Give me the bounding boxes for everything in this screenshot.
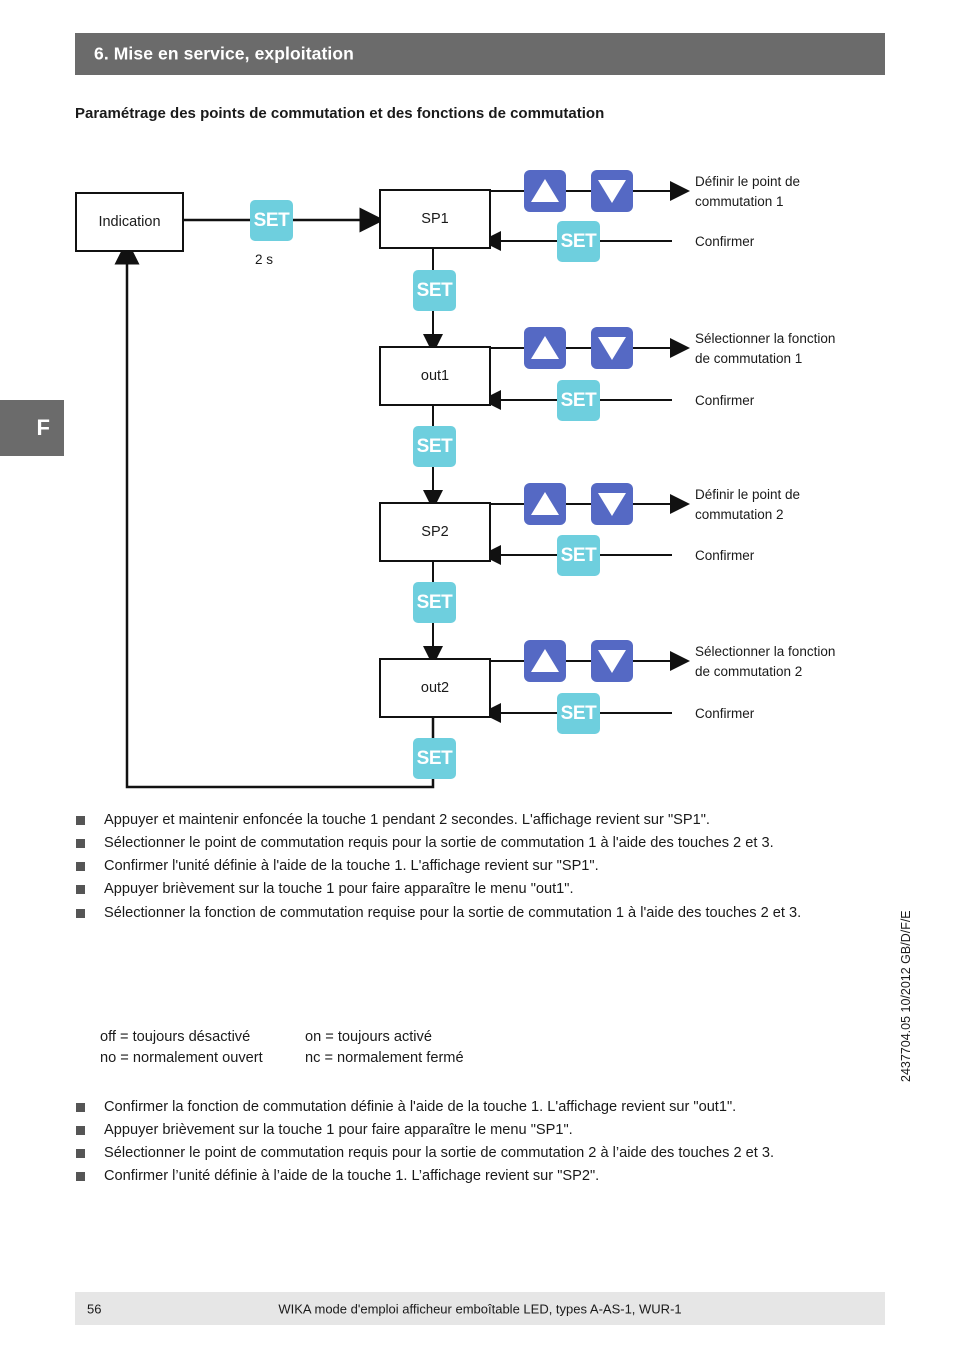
node-out1[interactable]: out1 bbox=[379, 346, 491, 406]
set-button-confirm-out2[interactable]: SET bbox=[557, 693, 600, 734]
down-arrow-button-out2[interactable] bbox=[591, 640, 633, 682]
list-item: Confirmer la fonction de commutation déf… bbox=[75, 1097, 887, 1117]
label-select-switch-function-1: Sélectionner la fonction de commutation … bbox=[695, 329, 835, 368]
down-arrow-button-sp2[interactable] bbox=[591, 483, 633, 525]
definition-row: off = toujours désactivé on = toujours a… bbox=[100, 1027, 800, 1048]
set-button-sp2-to-out2[interactable]: SET bbox=[413, 582, 456, 623]
list-item: Sélectionner la fonction de commutation … bbox=[75, 903, 887, 923]
set-button-label: SET bbox=[253, 210, 290, 231]
switch-function-definitions: off = toujours désactivé on = toujours a… bbox=[100, 1027, 800, 1068]
instruction-list-part2: Confirmer la fonction de commutation déf… bbox=[75, 1097, 887, 1190]
set-button-label: SET bbox=[560, 390, 597, 411]
set-button-out1-to-sp2[interactable]: SET bbox=[413, 426, 456, 467]
label-line-2: de commutation 1 bbox=[695, 350, 803, 366]
node-out2[interactable]: out2 bbox=[379, 658, 491, 718]
chapter-tab-f: F bbox=[0, 400, 64, 456]
node-sp2[interactable]: SP2 bbox=[379, 502, 491, 562]
set-button-label: SET bbox=[560, 703, 597, 724]
node-sp2-label: SP2 bbox=[421, 524, 449, 540]
definition-row: no = normalement ouvert nc = normalement… bbox=[100, 1048, 800, 1069]
list-item: Appuyer et maintenir enfoncée la touche … bbox=[75, 810, 887, 830]
definition-no: no = normalement ouvert bbox=[100, 1049, 263, 1066]
set-button-confirm-sp1[interactable]: SET bbox=[557, 221, 600, 262]
set-button-out2-to-indication[interactable]: SET bbox=[413, 738, 456, 779]
set-button-label: SET bbox=[416, 592, 453, 613]
set-button-label: SET bbox=[416, 280, 453, 301]
chapter-tab-letter: F bbox=[36, 415, 50, 440]
instruction-list-part1: Appuyer et maintenir enfoncée la touche … bbox=[75, 810, 887, 926]
list-item: Appuyer brièvement sur la touche 1 pour … bbox=[75, 1120, 887, 1140]
definition-off: off = toujours désactivé bbox=[100, 1029, 251, 1045]
up-arrow-button-out1[interactable] bbox=[524, 327, 566, 369]
label-line-2: commutation 2 bbox=[695, 506, 784, 522]
down-arrow-button-out1[interactable] bbox=[591, 327, 633, 369]
label-line-1: Définir le point de bbox=[695, 487, 801, 502]
set-button-hold[interactable]: SET bbox=[250, 200, 293, 241]
definition-on: on = toujours activé bbox=[305, 1029, 432, 1045]
node-out2-label: out2 bbox=[420, 680, 450, 696]
label-select-switch-function-2: Sélectionner la fonction de commutation … bbox=[695, 642, 835, 681]
node-indication[interactable]: Indication bbox=[75, 192, 184, 252]
label-line-1: Sélectionner la fonction bbox=[695, 644, 836, 659]
label-confirm-out2: Confirmer bbox=[695, 706, 755, 721]
set-button-sp1-to-out1[interactable]: SET bbox=[413, 270, 456, 311]
label-set-switch-point-2: Définir le point de commutation 2 bbox=[695, 485, 800, 524]
node-indication-label: Indication bbox=[98, 214, 161, 230]
label-line-2: commutation 1 bbox=[695, 193, 784, 209]
list-item: Sélectionner le point de commutation req… bbox=[75, 1143, 887, 1163]
definition-nc: nc = normalement fermé bbox=[305, 1049, 464, 1066]
label-confirm-sp1: Confirmer bbox=[695, 234, 755, 249]
footer-document-line: WIKA mode d'emploi afficheur emboîtable … bbox=[278, 1301, 682, 1316]
chapter-title: 6. Mise en service, exploitation bbox=[94, 43, 354, 64]
set-button-confirm-sp2[interactable]: SET bbox=[557, 535, 600, 576]
label-set-switch-point-1: Définir le point de commutation 1 bbox=[695, 172, 800, 211]
set-button-label: SET bbox=[416, 748, 453, 769]
label-line-2: de commutation 2 bbox=[695, 663, 803, 679]
chapter-header-bar: 6. Mise en service, exploitation bbox=[75, 33, 885, 75]
section-subtitle: Paramétrage des points de commutation et… bbox=[75, 105, 605, 122]
set-button-label: SET bbox=[560, 545, 597, 566]
node-sp1[interactable]: SP1 bbox=[379, 189, 491, 249]
hold-time-label: 2 s bbox=[255, 252, 274, 267]
up-arrow-button-sp2[interactable] bbox=[524, 483, 566, 525]
page-footer: 56 WIKA mode d'emploi afficheur emboîtab… bbox=[75, 1292, 885, 1325]
up-arrow-button-sp1[interactable] bbox=[524, 170, 566, 212]
node-out1-label: out1 bbox=[420, 368, 450, 384]
list-item: Confirmer l'unité définie à l'aide de la… bbox=[75, 856, 887, 876]
label-confirm-out1: Confirmer bbox=[695, 393, 755, 408]
document-side-code: 2437704.05 10/2012 GB/D/F/E bbox=[899, 910, 913, 1082]
set-button-label: SET bbox=[416, 436, 453, 457]
label-line-1: Définir le point de bbox=[695, 174, 801, 189]
down-arrow-button-sp1[interactable] bbox=[591, 170, 633, 212]
list-item: Sélectionner le point de commutation req… bbox=[75, 833, 887, 853]
set-button-confirm-out1[interactable]: SET bbox=[557, 380, 600, 421]
set-button-label: SET bbox=[560, 231, 597, 252]
up-arrow-button-out2[interactable] bbox=[524, 640, 566, 682]
list-item: Appuyer brièvement sur la touche 1 pour … bbox=[75, 879, 887, 899]
label-line-1: Sélectionner la fonction bbox=[695, 331, 836, 346]
node-sp1-label: SP1 bbox=[421, 211, 449, 227]
list-item: Confirmer l’unité définie à l’aide de la… bbox=[75, 1166, 887, 1186]
label-confirm-sp2: Confirmer bbox=[695, 548, 755, 563]
